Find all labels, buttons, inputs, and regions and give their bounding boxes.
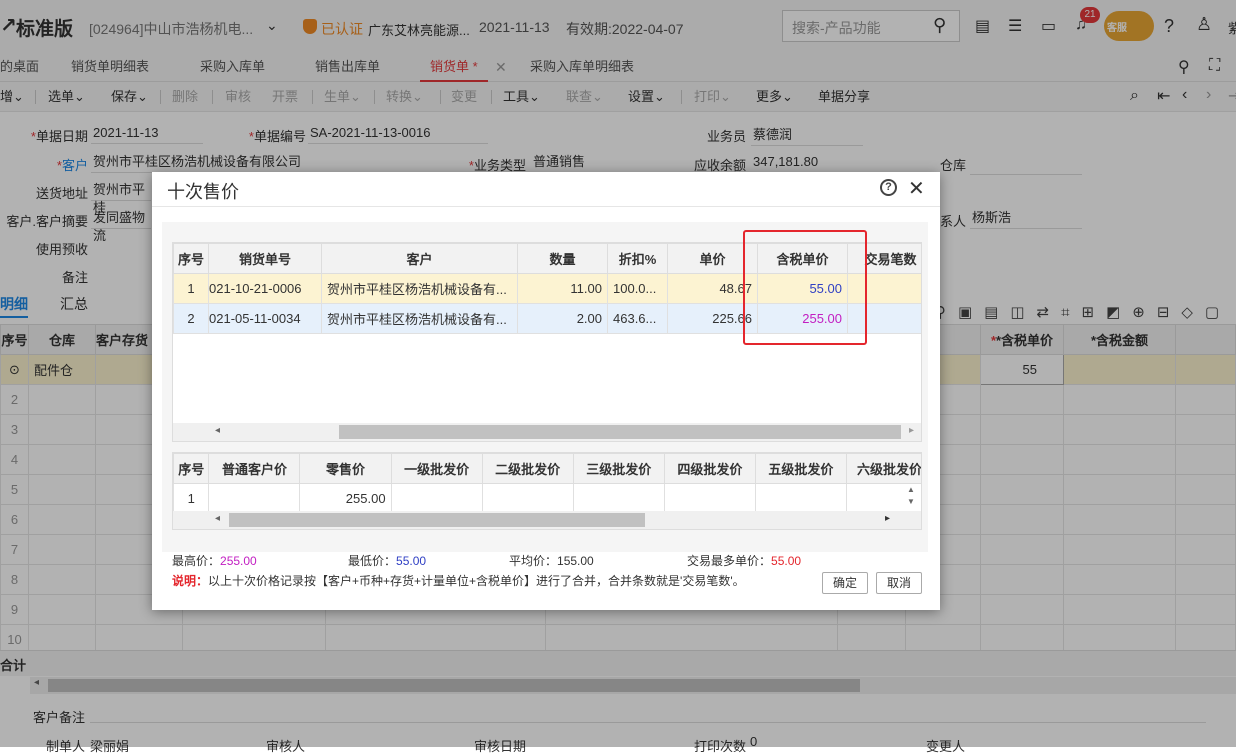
ok-button[interactable]: 确定 (822, 572, 868, 594)
highlight-box (743, 230, 867, 345)
help-icon[interactable]: ? (880, 179, 897, 196)
most-value: 55.00 (771, 554, 802, 568)
price-history-dialog: 十次售价 ? ✕ 序号 销货单号 客户 数量 折扣% 单价 含税单价 交易笔数 … (152, 172, 940, 610)
price-table: 序号 普通客户价 零售价 一级批发价 二级批发价 三级批发价 四级批发价 五级批… (173, 453, 921, 514)
price-table-wrap: 序号 普通客户价 零售价 一级批发价 二级批发价 三级批发价 四级批发价 五级批… (172, 452, 922, 530)
most-price: 交易最多单价：55.00 (687, 552, 801, 569)
col-no: 序号 (173, 243, 209, 274)
scroll-up-icon[interactable]: ▲ (907, 485, 915, 494)
col-qty: 数量 (517, 243, 608, 274)
scroll-thumb[interactable] (339, 425, 901, 439)
col-order-no: 销货单号 (208, 243, 322, 274)
scroll-left-icon[interactable]: ◂ (215, 425, 220, 436)
col-no: 序号 (173, 453, 210, 484)
avg-label: 平均价： (509, 554, 558, 568)
avg-value: 155.00 (557, 554, 594, 568)
avg-price: 平均价：155.00 (509, 552, 594, 569)
max-price: 最高价：255.00 (172, 552, 257, 569)
note-label: 说明： (172, 574, 209, 588)
table-row[interactable]: 1 255.00 (173, 483, 921, 514)
scroll-down-icon[interactable]: ▼ (907, 497, 915, 506)
title-divider (152, 206, 940, 207)
col-level4: 四级批发价 (663, 453, 756, 484)
min-price: 最低价：55.00 (348, 552, 426, 569)
dialog-title: 十次售价 (167, 182, 239, 202)
col-level1: 一级批发价 (390, 453, 483, 484)
row-customer[interactable]: 贺州市平桂区杨浩机械设备有... (321, 273, 518, 304)
max-value: 255.00 (220, 554, 257, 568)
cancel-button[interactable]: 取消 (876, 572, 922, 594)
col-normal-price: 普通客户价 (208, 453, 301, 484)
row-no: 1 (173, 483, 210, 514)
row-order[interactable]: 021-05-11-0034 (208, 303, 322, 334)
col-level2: 二级批发价 (481, 453, 574, 484)
note-text: 以上十次价格记录按【客户+币种+存货+计量单位+含税单价】进行了合并，合并条数就… (208, 574, 745, 588)
most-label: 交易最多单价： (687, 554, 772, 568)
scroll-thumb[interactable] (229, 513, 645, 527)
min-label: 最低价： (348, 554, 397, 568)
col-level5: 五级批发价 (754, 453, 847, 484)
col-level3: 三级批发价 (572, 453, 665, 484)
col-discount: 折扣% (607, 243, 668, 274)
row-qty[interactable]: 2.00 (517, 303, 608, 334)
row-retail[interactable]: 255.00 (299, 483, 392, 514)
scroll-left-icon[interactable]: ◂ (215, 513, 220, 524)
h-scrollbar[interactable]: ◂ ▸ (173, 423, 921, 441)
row-discount[interactable]: 463.6... (607, 303, 668, 334)
row-order[interactable]: 021-10-21-0006 (208, 273, 322, 304)
row-discount[interactable]: 100.0... (607, 273, 668, 304)
scroll-right-icon[interactable]: ▸ (885, 513, 890, 524)
h-scrollbar[interactable]: ◂ ▸ (173, 511, 921, 529)
col-level6: 六级批发价 (845, 453, 921, 484)
scroll-right-icon[interactable]: ▸ (909, 425, 914, 436)
row-no: 2 (173, 303, 209, 334)
col-customer: 客户 (321, 243, 518, 274)
row-no: 1 (173, 273, 209, 304)
col-retail-price: 零售价 (299, 453, 392, 484)
row-qty[interactable]: 11.00 (517, 273, 608, 304)
min-value: 55.00 (396, 554, 427, 568)
max-label: 最高价： (172, 554, 221, 568)
close-icon[interactable]: ✕ (908, 176, 925, 201)
row-customer[interactable]: 贺州市平桂区杨浩机械设备有... (321, 303, 518, 334)
note: 说明：以上十次价格记录按【客户+币种+存货+计量单位+含税单价】进行了合并，合并… (172, 572, 745, 589)
